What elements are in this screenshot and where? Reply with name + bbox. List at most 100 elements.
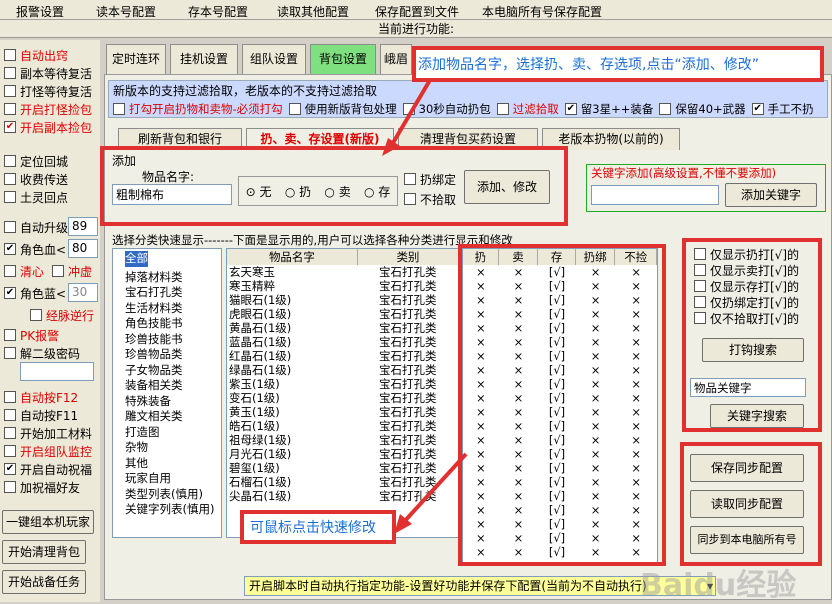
flag-cell[interactable]: [√] (538, 293, 576, 307)
checkbox-box[interactable] (4, 445, 16, 457)
checkbox-box[interactable] (694, 312, 706, 324)
auto-upgrade-checkbox[interactable]: 自动升级 (4, 218, 68, 236)
tab-team[interactable]: 组队设置 (242, 44, 306, 74)
filter-only-1[interactable]: 仅显示卖打[√]的 (694, 262, 799, 278)
flag-cell[interactable]: [√] (538, 405, 576, 419)
tree-item[interactable]: 关键字列表(慎用) (125, 502, 221, 518)
chongxu-checkbox[interactable]: 冲虚 (52, 262, 92, 280)
col-header-no-pick[interactable]: 不捡 (615, 249, 657, 265)
read-sync-button[interactable]: 读取同步配置 (690, 490, 804, 518)
left-option3-1[interactable]: 自动按F11 (4, 406, 100, 424)
clear-bag-button[interactable]: 开始清理背包 (2, 540, 86, 564)
tree-item[interactable]: 生活材料类 (125, 301, 221, 317)
checkbox-box[interactable] (4, 427, 16, 439)
tab-afk[interactable]: 挂机设置 (170, 44, 238, 74)
flag-cell[interactable]: × (499, 363, 539, 377)
checkbox-box[interactable]: ✔ (751, 103, 764, 115)
flag-cell[interactable]: [√] (538, 475, 576, 489)
flag-cell[interactable]: × (576, 517, 616, 531)
flag-cell[interactable]: × (499, 545, 539, 559)
flag-cell[interactable]: × (463, 293, 499, 307)
flag-cell[interactable]: [√] (538, 461, 576, 475)
col-header-name[interactable]: 物品名字 (227, 249, 358, 265)
flag-cell[interactable]: × (463, 335, 499, 349)
tab-bag[interactable]: 背包设置 (310, 44, 376, 74)
subtab-old-version[interactable]: 老版本扔物(以前的) (542, 128, 680, 150)
table-row[interactable]: 绿晶石(1级) 宝石打孔类 (229, 363, 459, 377)
flag-cell[interactable]: × (576, 391, 616, 405)
flag-cell[interactable]: [√] (538, 545, 576, 559)
table-row[interactable]: 蓝晶石(1级) 宝石打孔类 (229, 335, 459, 349)
flag-cell[interactable]: × (615, 447, 657, 461)
keyword-input[interactable] (591, 185, 719, 205)
keyword-search-button[interactable]: 关键字搜索 (710, 404, 804, 428)
left-option2-0[interactable]: 定位回城 (4, 152, 100, 170)
table-row[interactable]: 黄玉(1级) 宝石打孔类 (229, 405, 459, 419)
left-option2-2[interactable]: 土灵回点 (4, 188, 100, 206)
flag-cell[interactable]: [√] (538, 349, 576, 363)
table-row[interactable]: 寒玉精粹 宝石打孔类 (229, 279, 459, 293)
flag-cell[interactable]: × (615, 391, 657, 405)
menu-save-config[interactable]: 存本号配置 (172, 0, 264, 19)
unlock-pw2-checkbox[interactable]: 解二级密码 (4, 344, 80, 362)
flag-cell[interactable]: × (615, 517, 657, 531)
flag-cell[interactable]: × (576, 419, 616, 433)
flag-cell[interactable]: × (463, 265, 499, 279)
flag-cell[interactable]: × (615, 531, 657, 545)
left-option3-5[interactable]: 加祝福好友 (4, 478, 100, 496)
subtab-refresh[interactable]: 刷新背包和银行 (118, 128, 242, 150)
flag-cell[interactable]: × (463, 307, 499, 321)
save-sync-button[interactable]: 保存同步配置 (690, 454, 804, 482)
tree-item[interactable]: 杂物 (125, 440, 221, 456)
filter-only-2[interactable]: 仅显示存打[√]的 (694, 278, 799, 294)
flag-cell[interactable]: × (576, 307, 616, 321)
left-option-1[interactable]: 副本等待复活 (4, 64, 100, 82)
checkbox-box[interactable]: ✔ (4, 121, 16, 133)
flag-cell[interactable]: × (576, 321, 616, 335)
left-option3-0[interactable]: 自动按F12 (4, 388, 100, 406)
item-name-input[interactable]: 粗制棉布 (112, 184, 232, 205)
checkbox-box[interactable] (4, 409, 16, 421)
tree-item[interactable]: 装备相关类 (125, 378, 221, 394)
flag-cell[interactable]: × (615, 377, 657, 391)
flag-cell[interactable]: × (499, 335, 539, 349)
checkbox-box[interactable] (694, 248, 706, 260)
flag-cell[interactable]: × (576, 489, 616, 503)
flag-cell[interactable]: [√] (538, 321, 576, 335)
flag-cell[interactable]: [√] (538, 307, 576, 321)
flag-cell[interactable]: × (499, 391, 539, 405)
flag-cell[interactable]: × (499, 503, 539, 517)
no-pick-checkbox[interactable]: 不拾取 (404, 190, 456, 208)
flag-cell[interactable]: × (576, 531, 616, 545)
tree-item[interactable]: 宝石打孔类 (125, 285, 221, 301)
flag-cell[interactable]: × (615, 489, 657, 503)
tree-item[interactable]: 类型列表(慎用) (125, 487, 221, 503)
flag-cell[interactable]: [√] (538, 503, 576, 517)
flag-cell[interactable]: × (615, 419, 657, 433)
checkbox-box[interactable] (496, 103, 509, 115)
menu-read-config[interactable]: 读本号配置 (80, 0, 172, 19)
flag-cell[interactable]: × (499, 517, 539, 531)
col-header-drop[interactable]: 扔 (463, 249, 499, 265)
flag-cell[interactable]: × (576, 447, 616, 461)
tree-item[interactable]: 角色技能书 (125, 316, 221, 332)
flag-cell[interactable]: × (499, 489, 539, 503)
checkbox-box[interactable] (4, 85, 16, 97)
drop-bound-checkbox[interactable]: 扔绑定 (404, 170, 456, 188)
flag-cell[interactable]: × (499, 293, 539, 307)
checkbox-box[interactable] (4, 191, 16, 203)
flag-cell[interactable]: × (615, 279, 657, 293)
flag-cell[interactable]: × (463, 419, 499, 433)
flag-cell[interactable]: × (499, 475, 539, 489)
checkbox-box[interactable] (4, 49, 16, 61)
filter-option-0[interactable]: 打勾开启扔物和卖物-必须打勾 (113, 100, 283, 118)
radio-none[interactable]: ⊙ 无 (246, 183, 272, 200)
check-search-button[interactable]: 打钩搜索 (702, 338, 804, 362)
radio-sell[interactable]: ○ 卖 (324, 183, 350, 200)
menu-save-file[interactable]: 保存配置到文件 (362, 0, 472, 19)
battle-task-button[interactable]: 开始战备任务 (2, 570, 86, 594)
table-row[interactable]: 猫眼石(1级) 宝石打孔类 (229, 293, 459, 307)
flag-cell[interactable]: × (499, 321, 539, 335)
col-header-drop-bound[interactable]: 扔绑 (575, 249, 616, 265)
flag-cell[interactable]: [√] (538, 363, 576, 377)
